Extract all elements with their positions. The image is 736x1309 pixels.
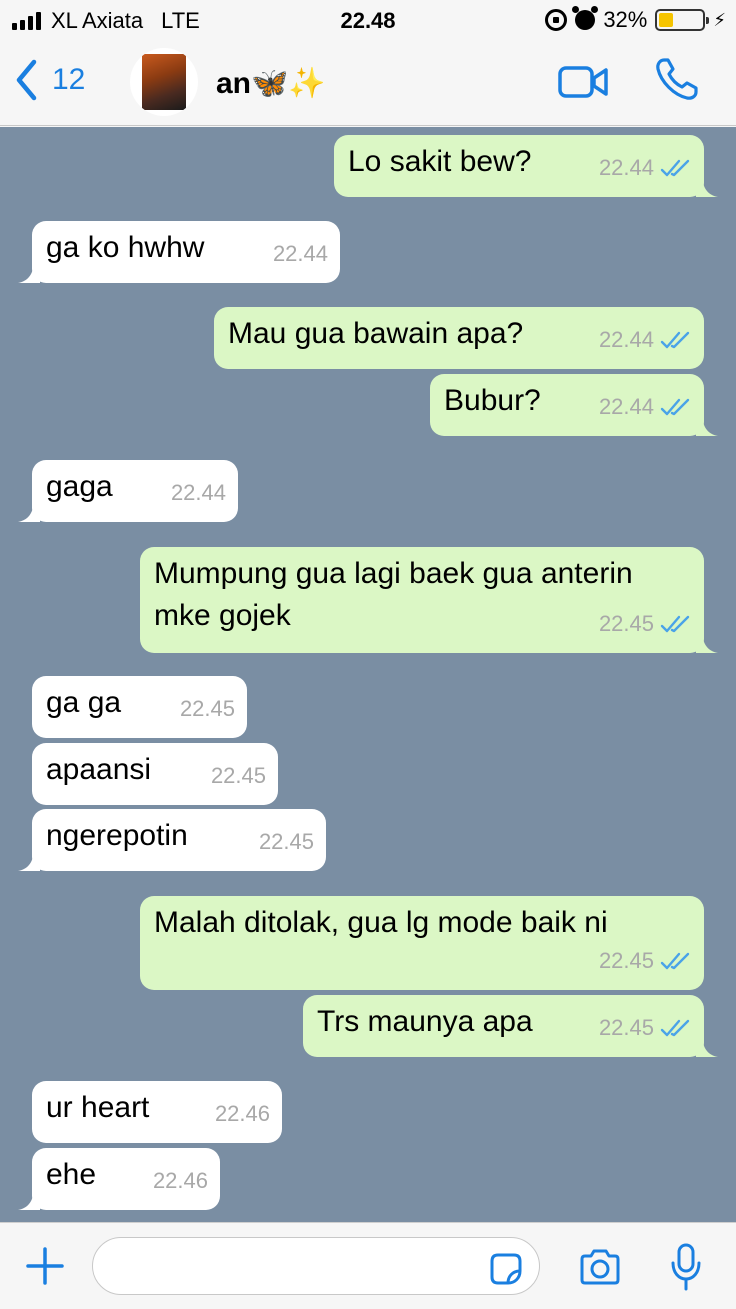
video-call-icon [558,66,608,98]
message-incoming[interactable]: ehe 22.46 [18,1148,220,1210]
camera-icon [580,1249,620,1285]
phone-icon [656,58,698,100]
status-bar: XL Axiata LTE 22.48 32% ⚡ [0,0,736,40]
message-time: 22.45 [598,1015,654,1040]
bubble-tail [696,179,718,197]
contact-name[interactable]: an🦋✨ [216,66,326,101]
attach-button[interactable] [26,1247,64,1290]
back-chevron-icon [16,59,37,101]
plus-icon [26,1247,64,1285]
message-outgoing[interactable]: Lo sakit bew? 22.44 [334,135,718,197]
voice-call-button[interactable] [654,56,700,107]
message-time: 22.44 [272,241,328,266]
message-incoming[interactable]: ga ga 22.45 [32,676,247,738]
message-incoming[interactable]: ga ko hwhw 22.44 [18,221,340,283]
message-list[interactable]: Lo sakit bew? 22.44 ga ko hwhw 22.44 Mau… [0,127,736,1222]
message-time: 22.46 [214,1101,270,1126]
double-check-icon [660,331,690,349]
camera-button[interactable] [578,1249,622,1290]
message-outgoing[interactable]: Trs maunya apa 22.45 [303,995,718,1057]
double-check-icon [660,615,690,633]
bubble-tail [18,1192,40,1210]
microphone-icon [671,1243,701,1291]
message-outgoing[interactable]: Mau gua bawain apa? 22.44 [214,307,704,369]
message-text: Malah ditolak, gua lg mode baik ni [154,906,608,939]
battery-icon [655,9,710,31]
voice-record-button[interactable] [670,1243,702,1296]
message-time: 22.46 [152,1168,208,1193]
bubble-tail [696,1039,718,1057]
charging-bolt-icon: ⚡ [713,9,726,30]
message-outgoing[interactable]: Bubur? 22.44 [430,374,718,436]
message-time: 22.44 [170,480,226,505]
message-outgoing[interactable]: Mumpung gua lagi baek gua anterin mke go… [140,547,718,653]
alarm-icon [572,6,599,30]
back-button[interactable]: 12 [14,58,85,102]
bubble-tail [18,853,40,871]
message-incoming[interactable]: apaansi 22.45 [32,743,278,805]
bubble-tail [696,418,718,436]
sticker-button[interactable] [488,1251,524,1292]
double-check-icon [660,159,690,177]
bubble-tail [18,504,40,522]
sticker-icon [490,1253,522,1285]
message-time: 22.45 [598,948,654,973]
avatar-photo [142,54,186,110]
message-input[interactable] [92,1237,540,1295]
contact-avatar[interactable] [130,48,198,116]
double-check-icon [660,1019,690,1037]
message-time: 22.44 [598,394,654,419]
message-time: 22.45 [210,763,266,788]
orientation-lock-icon [545,9,568,31]
double-check-icon [660,398,690,416]
message-time: 22.45 [258,829,314,854]
message-time: 22.45 [179,696,235,721]
bubble-tail [696,635,718,653]
message-time: 22.44 [598,155,654,180]
battery-percent: 32% [603,7,648,32]
compose-bar [0,1222,736,1309]
chat-header: 12 an🦋✨ [0,40,736,126]
unread-count: 12 [52,63,86,96]
double-check-icon [660,952,690,970]
message-incoming[interactable]: ur heart 22.46 [32,1081,282,1143]
message-time: 22.44 [598,327,654,352]
message-incoming[interactable]: ngerepotin 22.45 [18,809,326,871]
message-incoming[interactable]: gaga 22.44 [18,460,238,522]
bubble-tail [18,265,40,283]
message-outgoing[interactable]: Malah ditolak, gua lg mode baik ni 22.45 [140,896,704,990]
video-call-button[interactable] [558,65,610,104]
message-time: 22.45 [598,611,654,636]
